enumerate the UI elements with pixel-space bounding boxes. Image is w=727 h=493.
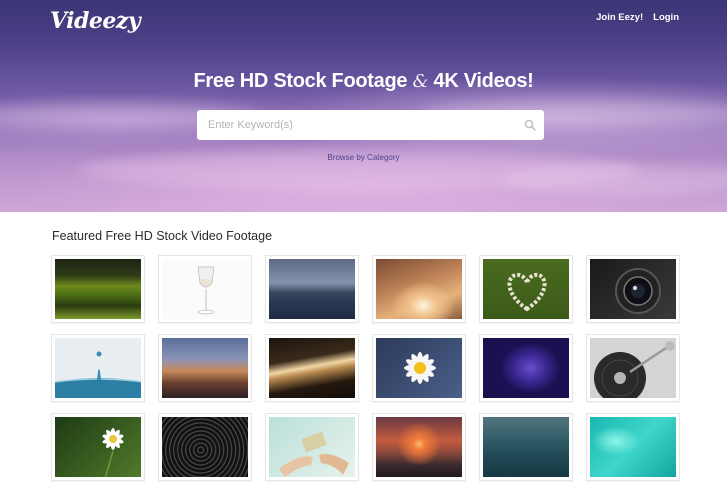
white-flower-image [55,417,141,477]
video-thumbnail[interactable] [479,413,573,481]
site-logo[interactable]: Videezy [50,8,141,34]
turntable-image [590,338,676,398]
star-trails-image [162,417,248,477]
turquoise-water-image [590,417,676,477]
sunset-beach-image [376,417,462,477]
browse-by-category-link[interactable]: Browse by Category [0,153,727,162]
ocean-water-image [483,417,569,477]
video-thumbnail[interactable] [51,413,145,481]
wine-glass-image [162,259,248,319]
video-thumbnail[interactable] [265,255,359,323]
video-thumbnail[interactable] [586,413,680,481]
city-skyline-image [269,259,355,319]
search-bar [197,110,544,140]
daisy-image [376,338,462,398]
featured-section-title: Featured Free HD Stock Video Footage [52,229,273,243]
cloud-decoration [500,165,727,195]
video-thumbnail[interactable] [372,413,466,481]
video-thumbnail[interactable] [586,255,680,323]
top-nav: Join Eezy! Login [596,12,679,23]
video-thumbnail[interactable] [158,413,252,481]
video-thumbnail[interactable] [372,334,466,402]
join-link[interactable]: Join Eezy! [596,12,643,23]
search-icon[interactable] [516,110,544,140]
video-thumbnail[interactable] [479,334,573,402]
video-thumbnail[interactable] [586,334,680,402]
video-thumbnail[interactable] [51,334,145,402]
camera-lens-image [590,259,676,319]
video-thumbnail[interactable] [265,413,359,481]
money-hands-image [269,417,355,477]
video-thumbnail[interactable] [51,255,145,323]
video-thumbnail[interactable] [158,334,252,402]
video-thumbnail[interactable] [372,255,466,323]
video-thumbnail[interactable] [265,334,359,402]
search-input[interactable] [197,110,516,140]
headline-part-2: 4K Videos! [433,70,534,92]
video-thumbnail[interactable] [479,255,573,323]
headline-part-1: Free HD Stock Footage [193,70,408,92]
hero-banner: Videezy Join Eezy! Login Free HD Stock F… [0,0,727,212]
hero-headline: Free HD Stock Footage & 4K Videos! [0,70,727,93]
green-landscape-image [55,259,141,319]
login-link[interactable]: Login [653,12,679,23]
thumbnail-grid [51,255,680,481]
water-splash-image [55,338,141,398]
light-streak-image [269,338,355,398]
video-thumbnail[interactable] [158,255,252,323]
sun-rays-image [376,259,462,319]
purple-jellyfish-image [483,338,569,398]
pebble-heart-image [483,259,569,319]
city-traffic-dusk-image [162,338,248,398]
headline-ampersand: & [412,71,429,92]
